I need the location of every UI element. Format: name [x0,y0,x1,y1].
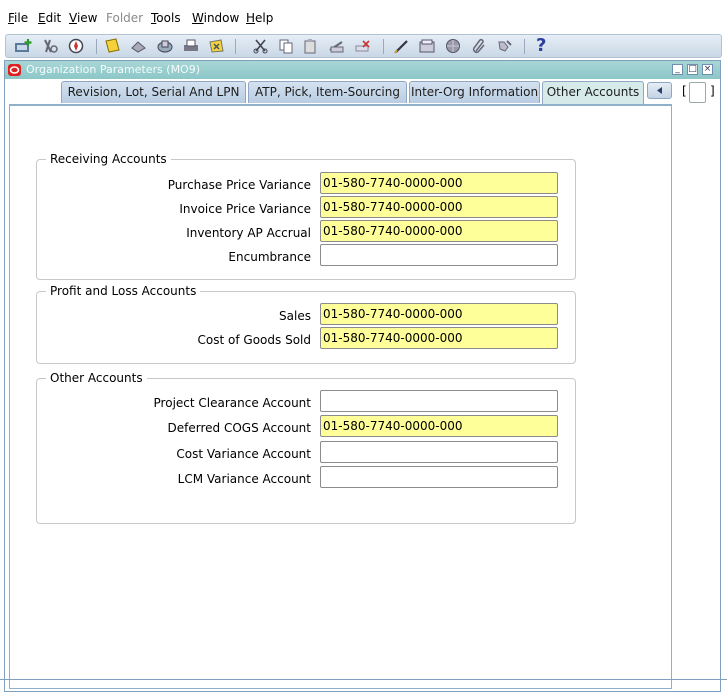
form-window: Organization Parameters (MO9) _ □ × Revi… [4,60,721,692]
tab-scroll-left-button[interactable] [647,82,672,99]
other-accounts-group: Other Accounts Project Clearance Account… [36,371,576,524]
field-label: LCM Variance Account [177,472,311,486]
lcm-variance-account-field[interactable] [320,466,558,488]
new-record-icon[interactable] [14,38,32,54]
receiving-accounts-group: Receiving Accounts Purchase Price Varian… [36,152,576,280]
attachments-icon[interactable] [470,38,488,54]
arrow-left-icon [657,87,662,94]
field-label: Cost of Goods Sold [197,333,311,347]
menu-tools[interactable]: Tools [151,11,181,25]
zoom-icon[interactable] [418,38,436,54]
field-label: Invoice Price Variance [179,202,311,216]
folder-tools-icon[interactable] [496,38,514,54]
oracle-logo-icon [8,64,21,76]
cost-variance-account-field[interactable] [320,441,558,463]
folder-indicator-open: [ [682,84,687,98]
field-label: Encumbrance [228,250,311,264]
group-title: Receiving Accounts [46,152,171,166]
maximize-button[interactable]: □ [687,64,698,75]
descriptive-flexfield-box[interactable] [689,82,706,103]
tab-revision-lot-serial[interactable]: Revision, Lot, Serial And LPN [61,81,246,103]
sales-field[interactable]: 01-580-7740-0000-000 [320,303,558,325]
field-label: Deferred COGS Account [167,421,311,435]
group-title: Other Accounts [46,371,147,385]
tab-atp-pick-sourcing[interactable]: ATP, Pick, Item-Sourcing [248,81,407,103]
edit-field-icon[interactable] [393,38,411,54]
translations-icon[interactable] [444,38,462,54]
field-label: Sales [279,309,311,323]
find-icon[interactable] [42,38,60,54]
menu-view[interactable]: View [69,11,97,25]
inventory-ap-accrual-field[interactable]: 01-580-7740-0000-000 [320,220,558,242]
tab-other-accounts[interactable]: Other Accounts [542,81,644,104]
group-title: Profit and Loss Accounts [46,284,201,298]
field-label: Purchase Price Variance [167,178,311,192]
folder-indicator-close: ] [710,84,715,98]
deferred-cogs-account-field[interactable]: 01-580-7740-0000-000 [320,415,558,437]
delete-record-icon[interactable] [354,38,372,54]
navigator-icon[interactable] [68,38,86,54]
status-divider [0,679,727,680]
window-title: Organization Parameters (MO9) [26,63,201,76]
print-icon[interactable] [182,38,200,54]
tab-content-panel: Receiving Accounts Purchase Price Varian… [9,104,672,689]
window-title-bar[interactable]: Organization Parameters (MO9) _ □ × [5,61,720,79]
help-icon[interactable]: ? [536,35,554,56]
menu-help[interactable]: Help [246,11,273,25]
menu-edit[interactable]: Edit [38,11,61,25]
field-label: Cost Variance Account [176,447,311,461]
toolbar: ? [5,34,722,58]
menu-bar: File Edit View Folder Tools Window Help [0,0,727,34]
copy-icon[interactable] [277,38,295,54]
encumbrance-field[interactable] [320,244,558,266]
clear-record-icon[interactable] [328,38,346,54]
minimize-button[interactable]: _ [672,64,683,75]
next-step-icon[interactable] [130,38,148,54]
cut-icon[interactable] [252,38,270,54]
switch-responsibility-icon[interactable] [156,38,174,54]
invoice-price-variance-field[interactable]: 01-580-7740-0000-000 [320,196,558,218]
close-form-icon[interactable] [208,38,226,54]
field-label: Inventory AP Accrual [186,226,311,240]
menu-file[interactable]: File [8,11,28,25]
field-label: Project Clearance Account [153,396,311,410]
menu-folder: Folder [106,11,144,25]
cost-of-goods-sold-field[interactable]: 01-580-7740-0000-000 [320,327,558,349]
tab-inter-org-information[interactable]: Inter-Org Information [409,81,540,103]
close-button[interactable]: × [702,64,713,75]
save-icon[interactable] [104,38,122,54]
profit-loss-accounts-group: Profit and Loss Accounts Sales 01-580-77… [36,284,576,364]
project-clearance-account-field[interactable] [320,390,558,412]
menu-window[interactable]: Window [192,11,239,25]
purchase-price-variance-field[interactable]: 01-580-7740-0000-000 [320,172,558,194]
paste-icon[interactable] [302,38,320,54]
